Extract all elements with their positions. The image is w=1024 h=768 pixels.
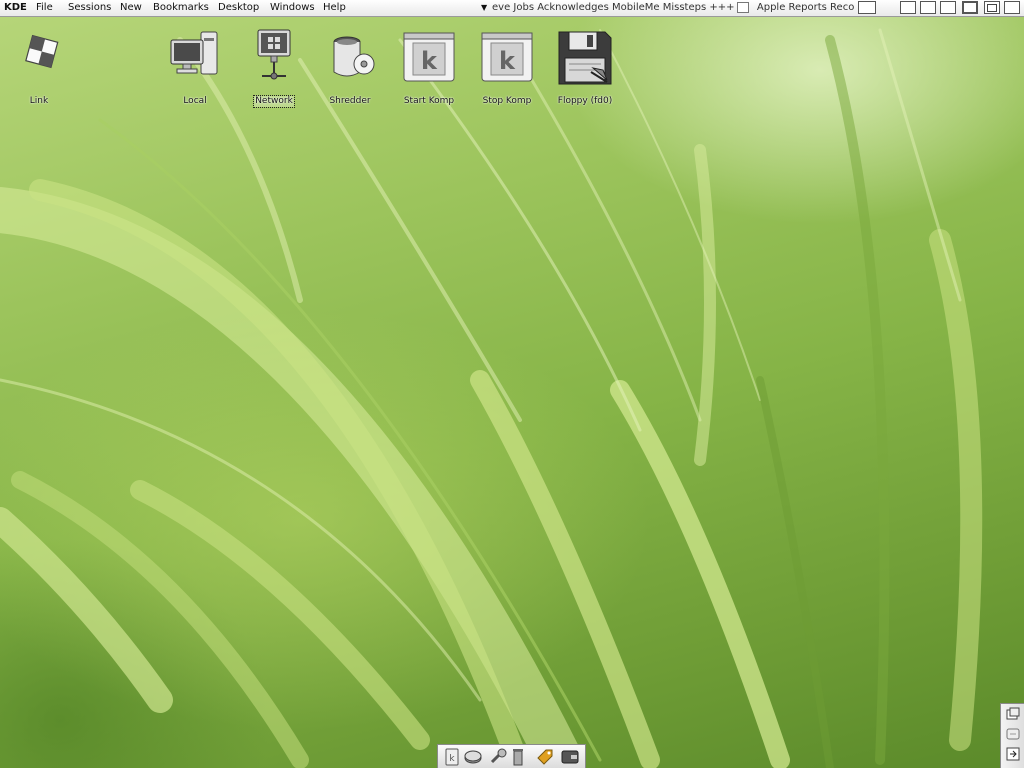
menu-sessions[interactable]: Sessions <box>68 2 111 14</box>
tag-icon[interactable] <box>536 748 554 766</box>
icon-label: Link <box>29 96 49 106</box>
tools-icon[interactable] <box>490 748 508 766</box>
desktop-icon-shredder[interactable]: Shredder <box>312 28 388 107</box>
komp-icon: k <box>399 28 459 88</box>
computer-icon <box>165 28 225 88</box>
tray-slot-1[interactable] <box>858 1 876 14</box>
network-icon <box>244 28 304 88</box>
link-icon <box>9 28 69 88</box>
menu-new[interactable]: New <box>120 2 142 14</box>
desktop-pager-1[interactable] <box>900 1 916 14</box>
floppy-icon <box>555 28 615 88</box>
desktop-pager-2[interactable] <box>920 1 936 14</box>
icon-label: Stop Komp <box>482 96 532 106</box>
top-menu-bar: KDE File Sessions New Bookmarks Desktop … <box>0 0 1024 17</box>
icon-label: Start Komp <box>403 96 455 106</box>
restore-icon[interactable] <box>1005 726 1021 742</box>
apple-news-icon <box>737 2 749 13</box>
komp-icon: k <box>477 28 537 88</box>
news-ticker[interactable]: eve Jobs Acknowledges MobileMe Missteps … <box>480 2 856 14</box>
bottom-right-panel <box>1000 703 1024 768</box>
icon-label: Network <box>253 95 295 108</box>
desktop-icon-stop-komp[interactable]: k Stop Komp <box>469 28 545 107</box>
icon-label: Local <box>183 96 207 106</box>
menu-bookmarks[interactable]: Bookmarks <box>153 2 209 14</box>
ticker-headline-2: Apple Reports Reco <box>756 2 855 13</box>
kde-menu-icon[interactable]: k <box>443 748 461 766</box>
desktop-icon-start-komp[interactable]: k Start Komp <box>391 28 467 107</box>
disk-icon[interactable] <box>464 748 482 766</box>
desktop-icon-floppy[interactable]: Floppy (fd0) <box>547 28 623 107</box>
menu-file[interactable]: File <box>36 2 53 14</box>
icon-label: Floppy (fd0) <box>557 96 613 106</box>
desktop-pager-4[interactable] <box>962 1 978 14</box>
desktop-icon-link[interactable]: Link <box>1 28 77 107</box>
menu-windows[interactable]: Windows <box>270 2 315 14</box>
menu-help[interactable]: Help <box>323 2 346 14</box>
svg-text:k: k <box>499 47 516 75</box>
window-list-icon[interactable] <box>1005 706 1021 722</box>
menu-kde[interactable]: KDE <box>4 2 27 14</box>
icon-label: Shredder <box>329 96 371 106</box>
shredder-icon <box>320 28 380 88</box>
wallet-icon[interactable] <box>561 748 579 766</box>
window-maximize-icon[interactable] <box>1004 1 1020 14</box>
bottom-dock: k <box>437 744 586 768</box>
svg-text:k: k <box>449 754 455 764</box>
exit-icon[interactable] <box>1005 746 1021 762</box>
window-restore-icon[interactable] <box>984 1 1000 14</box>
menu-desktop[interactable]: Desktop <box>218 2 259 14</box>
svg-text:k: k <box>421 47 438 75</box>
ticker-headline: eve Jobs Acknowledges MobileMe Missteps … <box>492 2 735 13</box>
desktop-pager-3[interactable] <box>940 1 956 14</box>
desktop-icon-network[interactable]: Network <box>236 28 312 108</box>
barley-field-image <box>0 28 983 768</box>
desktop-wallpaper <box>0 0 1024 768</box>
trash-icon[interactable] <box>512 748 524 766</box>
desktop-icon-local[interactable]: Local <box>157 28 233 107</box>
